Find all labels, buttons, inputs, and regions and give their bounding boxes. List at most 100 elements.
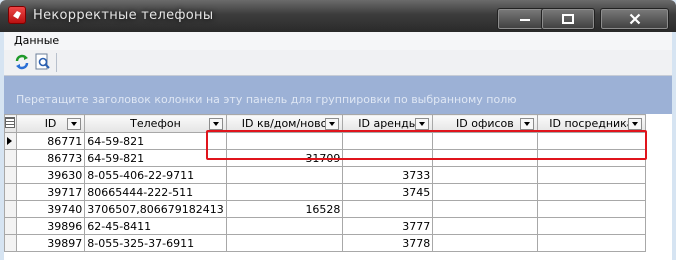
minimize-icon	[520, 19, 530, 21]
maximize-button[interactable]	[541, 8, 595, 30]
filter-dropdown-icon[interactable]	[67, 118, 82, 130]
table-row[interactable]: 39896 62-45-8411 3777	[4, 217, 672, 235]
cell-office[interactable]	[432, 149, 538, 167]
cell-phone[interactable]: 3706507,806679182413	[84, 200, 227, 218]
table-row[interactable]: 86773 64-59-821 31709	[4, 149, 672, 167]
cell-posrednik[interactable]	[536, 166, 647, 184]
refresh-button[interactable]	[13, 53, 31, 71]
refresh-icon	[15, 54, 29, 70]
close-button[interactable]	[600, 8, 669, 30]
cell-phone[interactable]: 62-45-8411	[84, 217, 227, 235]
cell-empty	[646, 218, 672, 235]
cell-office[interactable]	[432, 132, 538, 150]
cell-empty	[646, 167, 672, 184]
table-row[interactable]: 86771 64-59-821	[4, 132, 672, 150]
current-row-arrow-icon	[7, 136, 12, 145]
column-header-office[interactable]: ID офисов	[432, 114, 538, 133]
row-indicator[interactable]	[4, 234, 17, 252]
close-icon	[629, 13, 640, 25]
cell-arenda[interactable]: 3745	[342, 183, 434, 201]
cell-kv[interactable]	[225, 217, 344, 235]
grid-header: ID Телефон ID кв/дом/ново ID аренды ID о…	[4, 114, 672, 133]
cell-office[interactable]	[432, 200, 538, 218]
cell-empty	[646, 235, 672, 252]
cell-kv[interactable]	[225, 166, 344, 184]
row-indicator[interactable]	[4, 183, 17, 201]
app-logo-icon	[8, 6, 26, 24]
cell-kv[interactable]: 16528	[225, 200, 344, 218]
cell-id[interactable]: 39717	[15, 183, 86, 201]
row-indicator[interactable]	[4, 149, 17, 167]
window-title: Некорректные телефоны	[33, 8, 214, 23]
cell-id[interactable]: 39896	[15, 217, 86, 235]
empty-header	[645, 114, 672, 133]
cell-empty	[646, 133, 672, 150]
cell-arenda[interactable]: 3778	[342, 234, 434, 252]
cell-phone[interactable]: 8-055-325-37-6911	[84, 234, 227, 252]
cell-posrednik[interactable]	[536, 149, 647, 167]
cell-kv[interactable]	[225, 132, 344, 150]
cell-kv[interactable]	[225, 183, 344, 201]
cell-id[interactable]: 39740	[15, 200, 86, 218]
table-row[interactable]: 39717 80665444-222-511 3745	[4, 183, 672, 201]
app-window: Некорректные телефоны Данные Перетащите …	[0, 0, 676, 260]
toolbar	[4, 50, 672, 76]
search-button[interactable]	[34, 53, 52, 71]
row-indicator[interactable]	[4, 166, 17, 184]
column-header-kv[interactable]: ID кв/дом/ново	[225, 114, 344, 133]
cell-office[interactable]	[432, 234, 538, 252]
cell-phone[interactable]: 64-59-821	[84, 149, 227, 167]
filter-dropdown-icon[interactable]	[519, 118, 534, 130]
cell-kv[interactable]	[225, 234, 344, 252]
cell-id[interactable]: 86771	[15, 132, 86, 150]
data-grid: ID Телефон ID кв/дом/ново ID аренды ID о…	[4, 114, 672, 260]
filter-dropdown-icon[interactable]	[415, 118, 430, 130]
row-indicator[interactable]	[4, 132, 17, 150]
cell-office[interactable]	[432, 183, 538, 201]
group-by-panel[interactable]: Перетащите заголовок колонки на эту пане…	[4, 76, 672, 114]
cell-posrednik[interactable]	[536, 217, 647, 235]
row-indicator[interactable]	[4, 217, 17, 235]
toolbar-separator	[56, 53, 57, 72]
filter-dropdown-icon[interactable]	[208, 118, 223, 130]
column-header-arenda[interactable]: ID аренды	[342, 114, 434, 133]
cell-office[interactable]	[432, 217, 538, 235]
column-header-posrednik[interactable]: ID посредника	[536, 114, 647, 133]
filter-dropdown-icon[interactable]	[325, 118, 340, 130]
group-panel-hint: Перетащите заголовок колонки на эту пане…	[16, 93, 517, 106]
column-chooser-icon	[5, 116, 16, 128]
cell-empty	[646, 150, 672, 167]
column-header-id[interactable]: ID	[15, 114, 86, 133]
cell-arenda[interactable]	[342, 200, 434, 218]
cell-kv[interactable]: 31709	[225, 149, 344, 167]
table-row[interactable]: 39897 8-055-325-37-6911 3778	[4, 234, 672, 252]
table-row[interactable]: 39630 8-055-406-22-9711 3733	[4, 166, 672, 184]
column-chooser[interactable]	[4, 114, 17, 133]
menu-data[interactable]: Данные	[14, 34, 59, 47]
title-bar[interactable]: Некорректные телефоны	[0, 0, 676, 32]
cell-id[interactable]: 86773	[15, 149, 86, 167]
cell-posrednik[interactable]	[536, 183, 647, 201]
cell-phone[interactable]: 8-055-406-22-9711	[84, 166, 227, 184]
cell-empty	[646, 184, 672, 201]
table-row[interactable]: 39740 3706507,806679182413 16528	[4, 200, 672, 218]
maximize-icon	[562, 14, 574, 24]
cell-id[interactable]: 39897	[15, 234, 86, 252]
cell-phone[interactable]: 64-59-821	[84, 132, 227, 150]
row-indicator[interactable]	[4, 200, 17, 218]
cell-posrednik[interactable]	[536, 234, 647, 252]
filter-dropdown-icon[interactable]	[628, 118, 643, 130]
cell-arenda[interactable]: 3777	[342, 217, 434, 235]
cell-arenda[interactable]: 3733	[342, 166, 434, 184]
cell-arenda[interactable]	[342, 149, 434, 167]
cell-office[interactable]	[432, 166, 538, 184]
cell-posrednik[interactable]	[536, 200, 647, 218]
cell-empty	[646, 201, 672, 218]
cell-id[interactable]: 39630	[15, 166, 86, 184]
cell-posrednik[interactable]	[536, 132, 647, 150]
column-header-phone[interactable]: Телефон	[84, 114, 227, 133]
search-icon	[35, 53, 50, 70]
menu-bar: Данные	[4, 32, 672, 50]
cell-arenda[interactable]	[342, 132, 434, 150]
cell-phone[interactable]: 80665444-222-511	[84, 183, 227, 201]
